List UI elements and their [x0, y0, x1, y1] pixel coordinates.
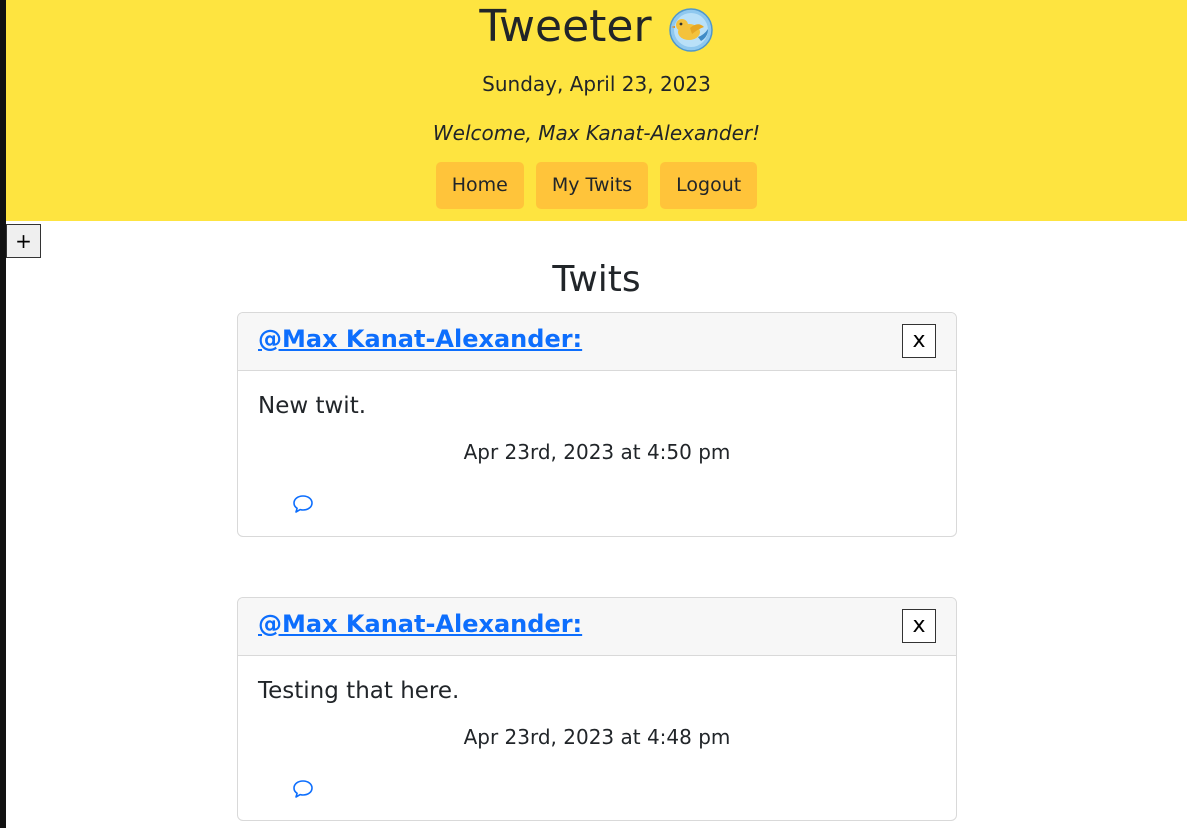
current-date: Sunday, April 23, 2023: [482, 72, 711, 96]
nav-home-button[interactable]: Home: [435, 162, 524, 209]
delete-twit-button[interactable]: x: [902, 324, 936, 358]
twit-timestamp: Apr 23rd, 2023 at 4:48 pm: [463, 725, 731, 749]
welcome-message: Welcome, Max Kanat-Alexander!: [432, 121, 761, 145]
twit-card-header: @Max Kanat-Alexander: x: [238, 598, 956, 656]
page-title: Twits: [552, 259, 641, 300]
twit-card-header: @Max Kanat-Alexander: x: [238, 313, 956, 371]
main-nav: Home My Twits Logout: [6, 162, 1187, 209]
twit-text: New twit.: [258, 393, 367, 419]
speech-bubble-icon[interactable]: [291, 493, 315, 515]
header-banner: Tweeter Sunday, April 23, 2023 Welcome, …: [6, 0, 1187, 221]
speech-bubble-icon[interactable]: [291, 778, 315, 800]
twit-text: Testing that here.: [258, 678, 460, 704]
brand-title: Tweeter: [479, 1, 652, 52]
twit-timestamp: Apr 23rd, 2023 at 4:50 pm: [463, 440, 731, 464]
author-link[interactable]: @Max Kanat-Alexander:: [258, 323, 582, 355]
author-link[interactable]: @Max Kanat-Alexander:: [258, 608, 582, 640]
bird-globe-icon: [668, 7, 714, 53]
delete-twit-button[interactable]: x: [902, 609, 936, 643]
twit-card: @Max Kanat-Alexander: x New twit. Apr 23…: [237, 312, 957, 537]
nav-logout-button[interactable]: Logout: [660, 162, 758, 209]
add-twit-button[interactable]: +: [6, 224, 41, 258]
brand: Tweeter: [6, 0, 1187, 54]
twit-card: @Max Kanat-Alexander: x Testing that her…: [237, 597, 957, 821]
nav-my-twits-button[interactable]: My Twits: [535, 162, 649, 209]
